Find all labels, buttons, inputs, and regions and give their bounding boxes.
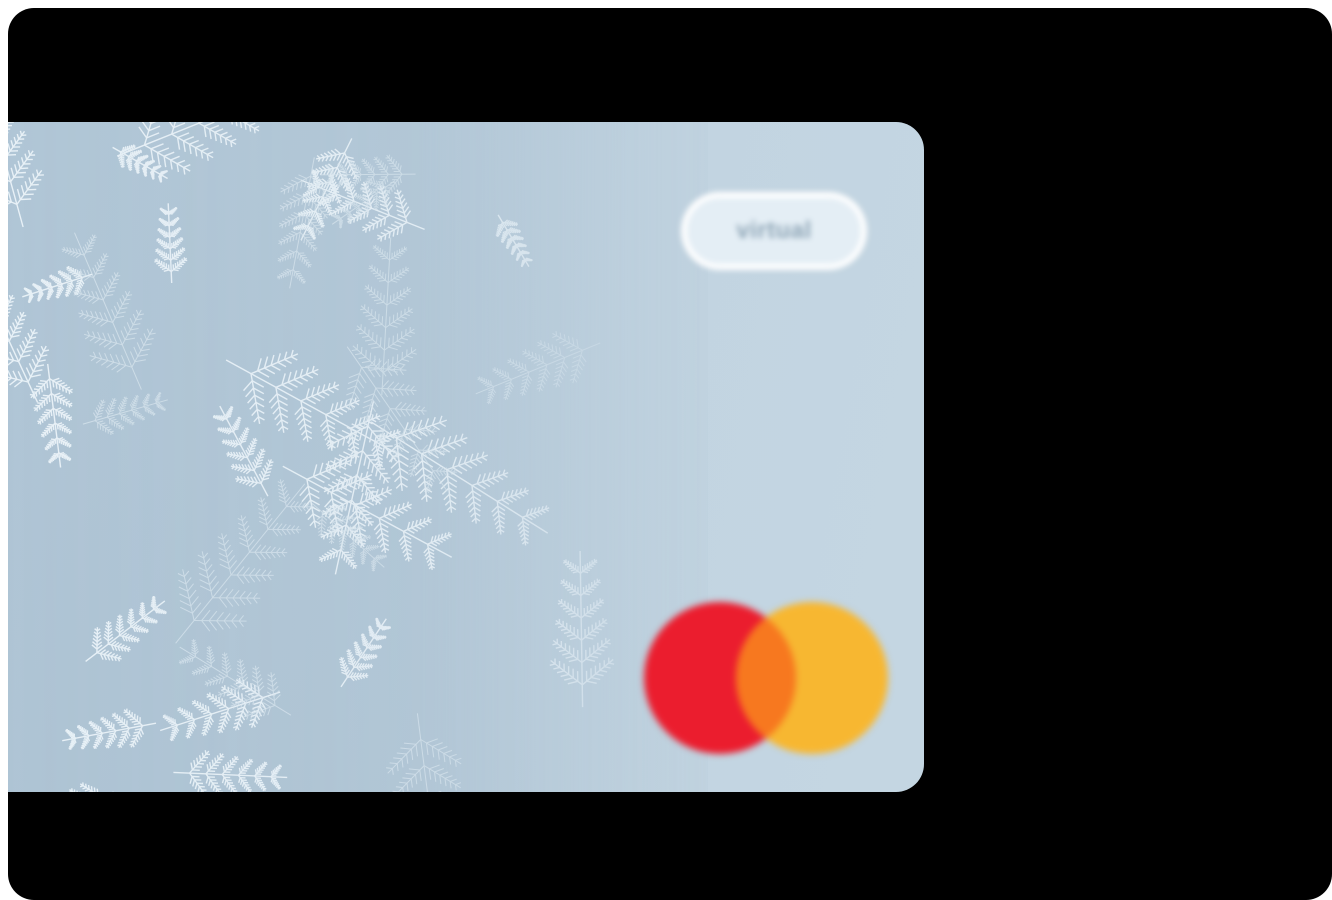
screen-frame: virtual bbox=[8, 8, 1332, 900]
mastercard-logo bbox=[644, 602, 888, 754]
virtual-card[interactable]: virtual bbox=[8, 122, 924, 792]
virtual-badge-label: virtual bbox=[736, 217, 812, 244]
virtual-badge: virtual bbox=[681, 192, 867, 270]
mastercard-overlap bbox=[736, 602, 796, 754]
